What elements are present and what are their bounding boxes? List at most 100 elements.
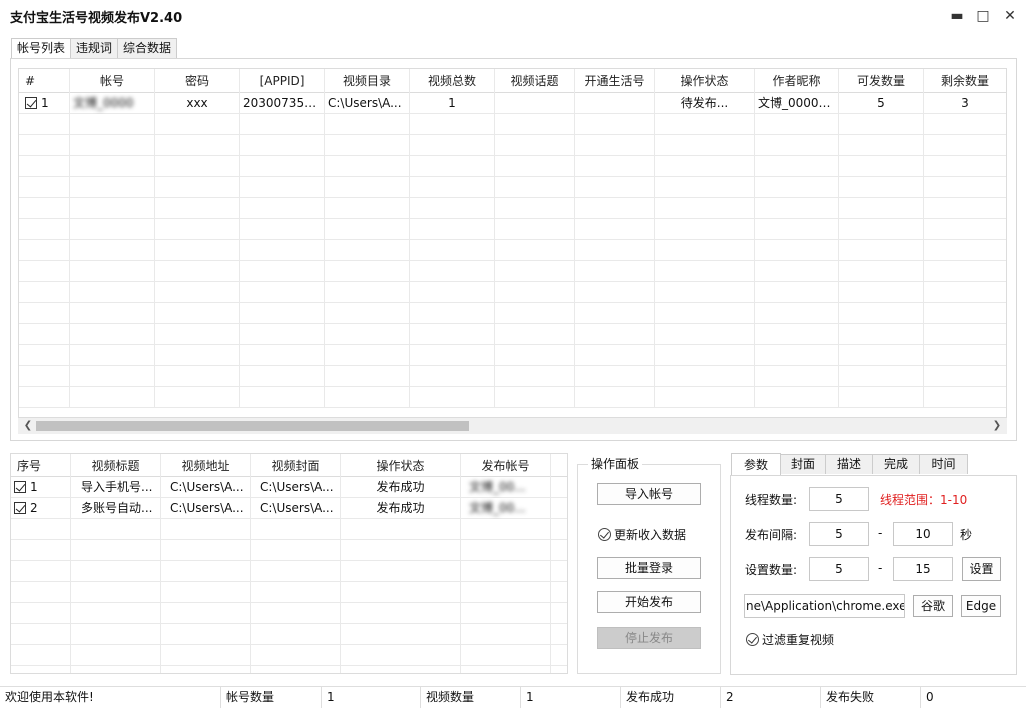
col-remaining[interactable]: 剩余数量 (924, 69, 1006, 93)
empty-cell (575, 387, 655, 408)
count-max-input[interactable]: 15 (893, 557, 953, 581)
video-dir-cell: C:\Users\A... (325, 93, 410, 114)
empty-cell (240, 282, 325, 303)
tab-violation-words[interactable]: 违规词 (70, 38, 119, 58)
scroll-left-icon[interactable]: ❮ (20, 418, 36, 434)
set-count-button[interactable]: 设置 (962, 557, 1001, 581)
tab-complete[interactable]: 完成 (872, 454, 920, 474)
tab-accounts[interactable]: 帐号列表 (11, 38, 72, 60)
empty-cell (461, 519, 551, 540)
videos-header: 序号 视频标题 视频地址 视频封面 操作状态 发布帐号 (11, 454, 567, 478)
empty-row (19, 387, 1006, 408)
tab-description[interactable]: 描述 (825, 454, 873, 474)
empty-cell (155, 282, 240, 303)
col-opened[interactable]: 开通生活号 (575, 69, 655, 93)
chrome-path-input[interactable]: ne\Application\chrome.exe (744, 594, 905, 618)
empty-cell (161, 540, 251, 561)
row-checkbox[interactable] (14, 501, 26, 514)
empty-row (11, 645, 567, 666)
row-checkbox[interactable] (25, 96, 37, 109)
col-status[interactable]: 操作状态 (655, 69, 755, 93)
empty-cell (155, 177, 240, 198)
col-password[interactable]: 密码 (155, 69, 240, 93)
empty-cell (839, 387, 924, 408)
col-publish-account[interactable]: 发布帐号 (461, 454, 551, 478)
empty-cell (70, 156, 155, 177)
tab-time[interactable]: 时间 (919, 454, 968, 474)
table-row[interactable]: 1 文博_0000 xxx 2030073550... C:\Users\A..… (19, 93, 1006, 114)
empty-cell (341, 645, 461, 666)
empty-cell (19, 303, 70, 324)
empty-cell (240, 303, 325, 324)
empty-cell (70, 177, 155, 198)
empty-cell (251, 624, 341, 645)
col-video-title[interactable]: 视频标题 (71, 454, 161, 478)
empty-cell (410, 261, 495, 282)
col-video-dir[interactable]: 视频目录 (325, 69, 410, 93)
check-circle-icon[interactable] (598, 528, 611, 541)
minimize-icon[interactable]: ▬ (946, 6, 968, 26)
col-account[interactable]: 帐号 (70, 69, 155, 93)
empty-cell (924, 303, 1006, 324)
thread-count-input[interactable]: 5 (809, 487, 869, 511)
table-row[interactable]: 1 导入手机号... C:\Users\A... C:\Users\A... 发… (11, 477, 567, 498)
google-browser-button[interactable]: 谷歌 (913, 595, 953, 617)
empty-cell (410, 156, 495, 177)
close-icon[interactable]: ✕ (999, 6, 1021, 26)
edge-browser-button[interactable]: Edge (961, 595, 1001, 617)
col-video-cover[interactable]: 视频封面 (251, 454, 341, 478)
accounts-empty-rows (19, 114, 1006, 408)
col-index[interactable]: # (19, 69, 70, 93)
empty-cell (19, 177, 70, 198)
tab-params[interactable]: 参数 (731, 453, 781, 476)
tab-cover[interactable]: 封面 (780, 454, 826, 474)
tab-summary-data[interactable]: 综合数据 (117, 38, 178, 58)
status-acc-value: 1 (322, 687, 421, 708)
count-min-input[interactable]: 5 (809, 557, 869, 581)
table-row[interactable]: 2 多账号自动... C:\Users\A... C:\Users\A... 发… (11, 498, 567, 519)
video-seq-cell[interactable]: 1 (11, 477, 71, 498)
filter-duplicate-checkbox[interactable]: 过滤重复视频 (746, 631, 834, 648)
col-appid[interactable]: [APPID] (240, 69, 325, 93)
col-nickname[interactable]: 作者昵称 (755, 69, 839, 93)
empty-cell (495, 261, 575, 282)
maximize-icon[interactable]: □ (972, 6, 994, 26)
video-seq-cell[interactable]: 2 (11, 498, 71, 519)
col-seq[interactable]: 序号 (11, 454, 71, 478)
col-video-total[interactable]: 视频总数 (410, 69, 495, 93)
empty-cell (410, 240, 495, 261)
col-video-address[interactable]: 视频地址 (161, 454, 251, 478)
empty-cell (19, 345, 70, 366)
row-checkbox[interactable] (14, 480, 26, 493)
ops-panel-title: 操作面板 (588, 455, 643, 472)
empty-cell (11, 666, 71, 673)
accounts-hscrollbar[interactable]: ❮ ❯ (18, 418, 1007, 434)
import-accounts-button[interactable]: 导入帐号 (597, 483, 701, 505)
empty-cell (755, 219, 839, 240)
scroll-right-icon[interactable]: ❯ (989, 418, 1005, 434)
empty-cell (655, 135, 755, 156)
empty-cell (19, 114, 70, 135)
empty-cell (341, 582, 461, 603)
check-circle-icon[interactable] (746, 633, 759, 646)
scroll-thumb[interactable] (36, 421, 469, 431)
empty-cell (11, 582, 71, 603)
empty-cell (551, 582, 567, 603)
col-op-status[interactable]: 操作状态 (341, 454, 461, 478)
accounts-header: # 帐号 密码 [APPID] 视频目录 视频总数 视频话题 开通生活号 操作状… (19, 69, 1006, 93)
batch-login-button[interactable]: 批量登录 (597, 557, 701, 579)
col-video-topic[interactable]: 视频话题 (495, 69, 575, 93)
empty-cell (410, 114, 495, 135)
interval-min-input[interactable]: 5 (809, 522, 869, 546)
stop-publish-button[interactable]: 停止发布 (597, 627, 701, 649)
empty-cell (70, 387, 155, 408)
interval-max-input[interactable]: 10 (893, 522, 953, 546)
empty-cell (70, 303, 155, 324)
empty-cell (155, 240, 240, 261)
empty-cell (755, 366, 839, 387)
start-publish-button[interactable]: 开始发布 (597, 591, 701, 613)
col-can-send[interactable]: 可发数量 (839, 69, 924, 93)
update-income-checkbox[interactable]: 更新收入数据 (598, 526, 686, 543)
empty-cell (655, 114, 755, 135)
row-index-cell[interactable]: 1 (19, 93, 70, 114)
